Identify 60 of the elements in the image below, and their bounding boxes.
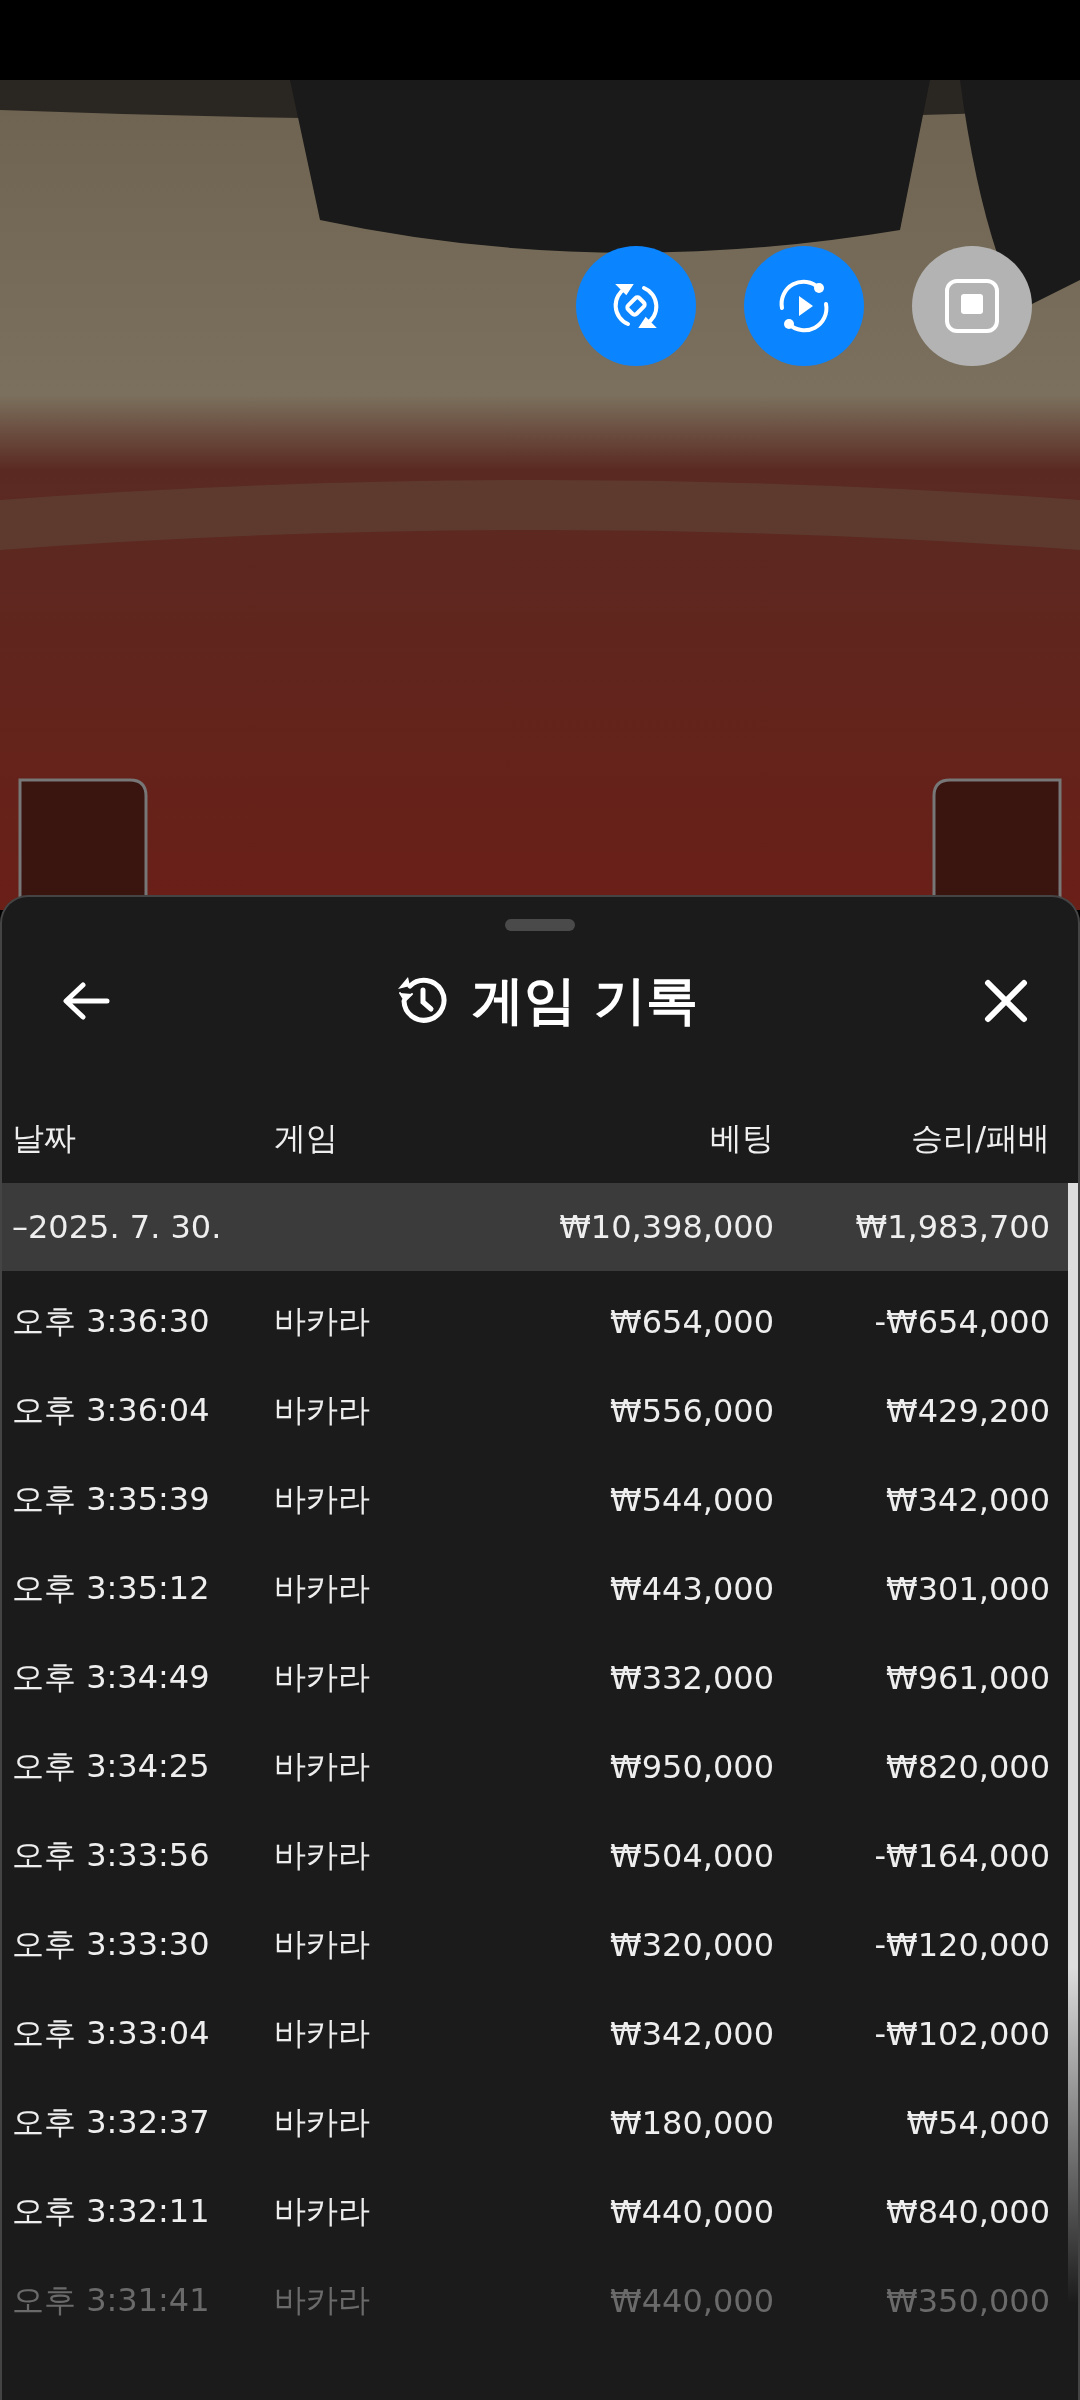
bet-cell-text: ₩320,000 <box>609 1925 774 1964</box>
column-header: 게임 <box>274 1118 339 1159</box>
sheet-title: 게임 기록 <box>471 969 699 1032</box>
date-cell-text: –2025. 7. 30. <box>12 1208 223 1246</box>
result-cell-text: ₩820,000 <box>885 1747 1050 1786</box>
time-cell-text: 오후 3:33:04 <box>12 2012 211 2054</box>
game-cell-text: 바카라 <box>274 2279 371 2321</box>
game-cell-text: 바카라 <box>274 1923 371 1965</box>
result-cell-text: -₩102,000 <box>873 2014 1050 2053</box>
bet-cell-text: ₩440,000 <box>609 2192 774 2231</box>
bet-cell-text: ₩342,000 <box>609 2014 774 2053</box>
result-cell-text: ₩54,000 <box>905 2103 1050 2142</box>
game-cell-text: 바카라 <box>274 2101 371 2143</box>
column-header: 승리/패배 <box>910 1118 1050 1159</box>
total-result-cell-text: ₩1,983,700 <box>854 1208 1050 1246</box>
time-cell-text: 오후 3:33:56 <box>12 1834 211 1876</box>
column-header: 날짜 <box>12 1118 77 1159</box>
bet-cell-text: ₩443,000 <box>609 1569 774 1608</box>
column-header: 베팅 <box>709 1118 774 1159</box>
result-cell-text: ₩350,000 <box>885 2281 1050 2320</box>
time-cell-text: 오후 3:34:25 <box>12 1745 211 1787</box>
bet-cell-text: ₩654,000 <box>609 1302 774 1341</box>
result-cell-text: ₩301,000 <box>885 1569 1050 1608</box>
result-cell-text: ₩342,000 <box>885 1480 1050 1519</box>
bet-cell-text: ₩544,000 <box>609 1480 774 1519</box>
time-cell-text: 오후 3:34:49 <box>12 1656 211 1698</box>
bet-cell-text: ₩180,000 <box>609 2103 774 2142</box>
result-cell-text: ₩840,000 <box>885 2192 1050 2231</box>
bet-cell-text: ₩504,000 <box>609 1836 774 1875</box>
back-arrow-icon <box>61 981 111 1021</box>
game-cell-text: 바카라 <box>274 2190 371 2232</box>
drag-handle[interactable] <box>505 919 575 931</box>
result-cell-text: ₩429,200 <box>885 1391 1050 1430</box>
game-cell-text: 바카라 <box>274 1834 371 1876</box>
bet-cell-text: ₩332,000 <box>609 1658 774 1697</box>
total-bet-cell-text: ₩10,398,000 <box>558 1208 774 1246</box>
time-cell-text: 오후 3:35:39 <box>12 1478 211 1520</box>
time-cell-text: 오후 3:36:30 <box>12 1300 211 1342</box>
game-cell-text: 바카라 <box>274 1656 371 1698</box>
game-cell-text: 바카라 <box>274 1389 371 1431</box>
time-cell-text: 오후 3:35:12 <box>12 1567 211 1609</box>
bet-cell-text: ₩556,000 <box>609 1391 774 1430</box>
bet-cell-text: ₩440,000 <box>609 2281 774 2320</box>
result-cell-text: -₩120,000 <box>873 1925 1050 1964</box>
game-cell-text: 바카라 <box>274 1567 371 1609</box>
close-icon <box>983 978 1029 1024</box>
result-cell-text: -₩164,000 <box>873 1836 1050 1875</box>
game-cell-text: 바카라 <box>274 2012 371 2054</box>
bet-cell-text: ₩950,000 <box>609 1747 774 1786</box>
time-cell-text: 오후 3:33:30 <box>12 1923 211 1965</box>
time-cell-text: 오후 3:31:41 <box>12 2279 211 2321</box>
result-cell-text: -₩654,000 <box>873 1302 1050 1341</box>
game-cell-text: 바카라 <box>274 1300 371 1342</box>
game-cell-text: 바카라 <box>274 1745 371 1787</box>
time-cell-text: 오후 3:32:11 <box>12 2190 211 2232</box>
result-cell-text: ₩961,000 <box>885 1658 1050 1697</box>
time-cell-text: 오후 3:36:04 <box>12 1389 211 1431</box>
stop-icon <box>944 278 1000 334</box>
game-cell-text: 바카라 <box>274 1478 371 1520</box>
time-cell-text: 오후 3:32:37 <box>12 2101 211 2143</box>
